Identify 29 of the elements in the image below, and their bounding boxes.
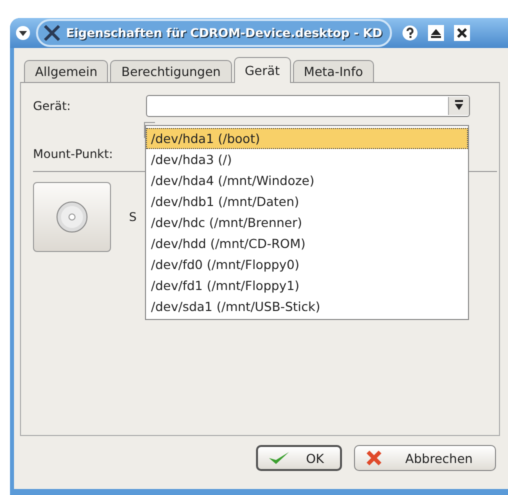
- tab[interactable]: Allgemein: [24, 60, 108, 82]
- dropdown-option[interactable]: /dev/sda1 (/mnt/USB-Stick): [146, 296, 468, 317]
- dropdown-option[interactable]: /dev/hda3 (/): [146, 149, 468, 170]
- dropdown-option[interactable]: /dev/hdb1 (/mnt/Daten): [146, 191, 468, 212]
- tab[interactable]: Gerät: [234, 57, 291, 83]
- tab[interactable]: Meta-Info: [292, 60, 374, 82]
- menu-icon[interactable]: [14, 24, 32, 42]
- dropdown-option[interactable]: /dev/fd1 (/mnt/Floppy1): [146, 275, 468, 296]
- close-icon[interactable]: [454, 25, 470, 41]
- cross-icon: [365, 449, 383, 467]
- dropdown-icon[interactable]: [448, 97, 469, 115]
- field-label: Gerät:: [33, 99, 72, 113]
- dropdown-option[interactable]: /dev/hda1 (/boot): [146, 128, 468, 149]
- tab[interactable]: Berechtigungen: [110, 60, 232, 82]
- checkmark-icon: [268, 450, 290, 466]
- help-icon[interactable]: [402, 25, 418, 41]
- dropdown-option[interactable]: /dev/hda4 (/mnt/Windoze): [146, 170, 468, 191]
- x-logo-icon: [42, 23, 62, 43]
- disc-icon: [56, 201, 88, 233]
- dropdown-option[interactable]: /dev/hdd (/mnt/CD-ROM): [146, 233, 468, 254]
- field-label: Mount-Punkt:: [33, 147, 113, 161]
- maximize-icon[interactable]: [428, 25, 444, 41]
- text-label: S: [129, 210, 137, 224]
- cancel-button[interactable]: Abbrechen: [354, 445, 496, 471]
- dropdown-option[interactable]: /dev/fd0 (/mnt/Floppy0): [146, 254, 468, 275]
- window-title: Eigenschaften für CDROM-Device.desktop - KD: [66, 26, 382, 40]
- ok-button[interactable]: OK: [256, 445, 342, 471]
- icon-button[interactable]: [33, 182, 111, 252]
- dropdown-option[interactable]: /dev/hdc (/mnt/Brenner): [146, 212, 468, 233]
